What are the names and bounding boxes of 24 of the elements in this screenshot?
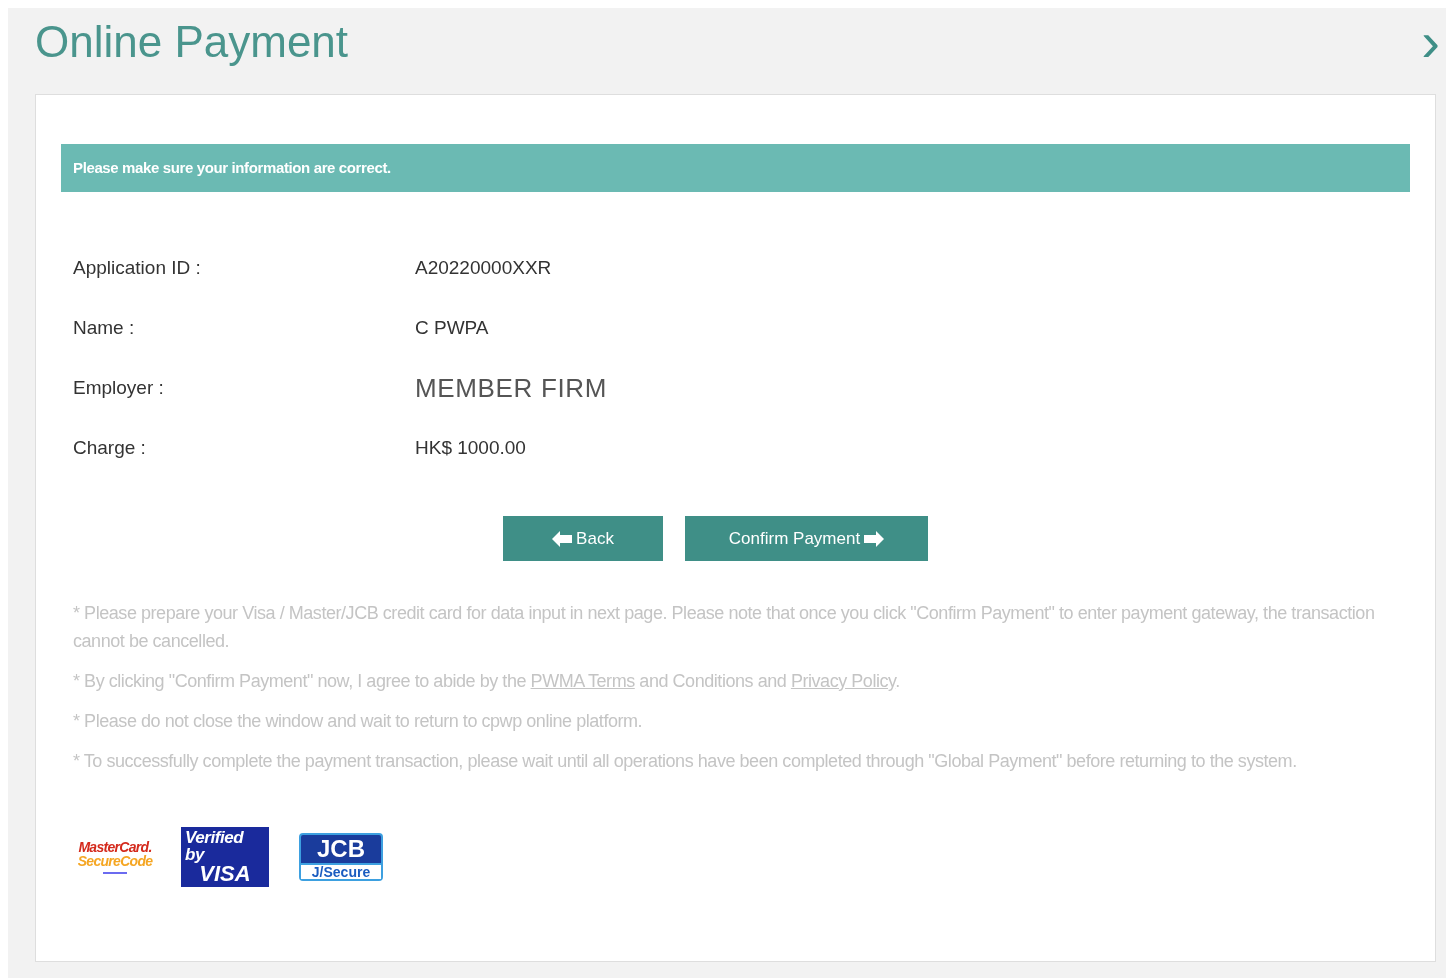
- page-title: Online Payment: [35, 20, 349, 64]
- field-label: Charge :: [73, 435, 147, 460]
- field-value: C PWPA: [415, 315, 489, 340]
- field-label: Name :: [73, 315, 136, 340]
- arrow-left-icon: [552, 530, 573, 547]
- back-button[interactable]: Back: [503, 516, 663, 561]
- note-text: * To successfully complete the payment transaction, please wait until all operations have been completed through "Global Payment" before returning to the system.: [73, 750, 1298, 773]
- policy-link[interactable]: PWMA Terms: [530, 671, 635, 691]
- note-text: * Please do not close the window and wait to return to cpwp online platform.: [73, 710, 644, 733]
- field-label: Application ID :: [73, 255, 202, 280]
- note-text: * Please prepare your Visa / Master/JCB credit card for data input in next page. Please note that once you click "Confirm Payment" to enter payment gateway, the transaction cannot be cancelled.: [73, 602, 1376, 653]
- mastercard-securecode-logo: MasterCard. SecureCode: [79, 840, 151, 874]
- policy-link[interactable]: Privacy Policy: [790, 671, 896, 691]
- note-text: * By clicking "Confirm Payment" now, I agree to abide by the PWMA Terms and Conditions and Privacy Policy.: [73, 670, 901, 693]
- field-value: MEMBER FIRM: [415, 371, 608, 405]
- field-value: HK$ 1000.00: [415, 435, 526, 460]
- field-value: A20220000XXR: [415, 255, 552, 280]
- confirm-payment-button[interactable]: Confirm Payment: [685, 516, 928, 561]
- next-button[interactable]: ›: [1421, 14, 1440, 70]
- arrow-right-icon: [864, 530, 885, 547]
- verified-by-visa-logo: Verified by VISA: [181, 827, 269, 887]
- jcb-jsecure-logo: JCB J/Secure: [299, 833, 383, 881]
- field-label: Employer :: [73, 375, 165, 400]
- info-banner: Please make sure your information are correct.: [61, 144, 1410, 192]
